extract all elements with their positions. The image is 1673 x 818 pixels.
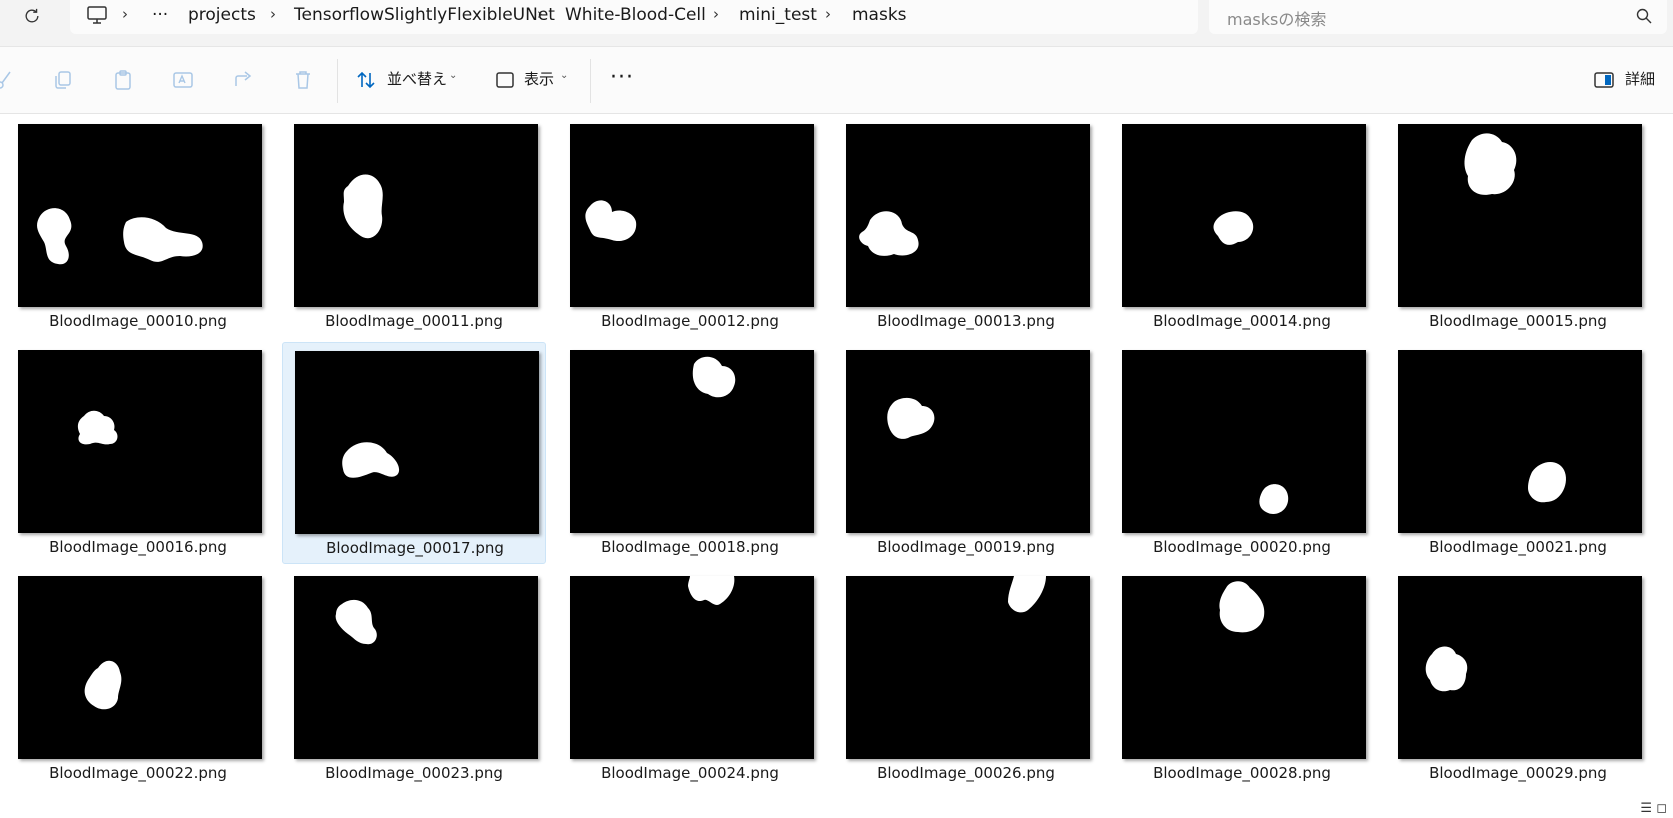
file-item[interactable]: BloodImage_00017.png xyxy=(282,342,546,564)
image-thumbnail xyxy=(294,124,538,307)
view-label: 表示 xyxy=(524,70,555,88)
address-bar-row: › ··· projects › TensorflowSlightlyFlexi… xyxy=(0,0,1673,47)
image-thumbnail xyxy=(1398,576,1642,759)
file-item[interactable]: BloodImage_00011.png xyxy=(282,116,546,338)
file-name: BloodImage_00011.png xyxy=(325,312,503,330)
share-icon[interactable] xyxy=(232,69,254,91)
chevron-down-icon: ⌄ xyxy=(449,70,458,81)
breadcrumb-item-masks[interactable]: masks xyxy=(852,5,907,25)
file-name: BloodImage_00022.png xyxy=(49,764,227,782)
chevron-right-icon: › xyxy=(713,5,719,23)
file-name: BloodImage_00020.png xyxy=(1153,538,1331,556)
details-label: 詳細 xyxy=(1625,70,1656,88)
image-thumbnail xyxy=(846,350,1090,533)
breadcrumb-item-white-blood-cell[interactable]: White-Blood-Cell xyxy=(565,5,706,25)
view-mode-icons[interactable]: ☰ ◻ xyxy=(1640,801,1667,816)
file-name: BloodImage_00013.png xyxy=(877,312,1055,330)
sort-label: 並べ替え xyxy=(387,70,448,88)
file-item[interactable]: BloodImage_00012.png xyxy=(558,116,822,338)
image-thumbnail xyxy=(1122,124,1366,307)
file-item[interactable]: BloodImage_00022.png xyxy=(6,568,270,790)
image-thumbnail xyxy=(18,350,262,533)
breadcrumb-item-projects[interactable]: projects xyxy=(188,5,256,25)
file-name: BloodImage_00010.png xyxy=(49,312,227,330)
breadcrumb-overflow[interactable]: ··· xyxy=(152,5,168,25)
breadcrumb-item-mini-test[interactable]: mini_test xyxy=(739,5,817,25)
chevron-right-icon: › xyxy=(825,5,831,23)
chevron-right-icon: › xyxy=(270,5,276,23)
copy-icon[interactable] xyxy=(52,69,74,91)
file-name: BloodImage_00017.png xyxy=(326,539,504,557)
file-item[interactable]: BloodImage_00019.png xyxy=(834,342,1098,564)
chevron-right-icon: › xyxy=(122,5,128,23)
file-item[interactable]: BloodImage_00021.png xyxy=(1386,342,1650,564)
delete-icon[interactable] xyxy=(292,69,314,91)
image-thumbnail xyxy=(18,124,262,307)
image-thumbnail xyxy=(18,576,262,759)
image-thumbnail xyxy=(570,350,814,533)
file-name: BloodImage_00024.png xyxy=(601,764,779,782)
file-name: BloodImage_00023.png xyxy=(325,764,503,782)
search-icon[interactable] xyxy=(1635,7,1653,25)
toolbar-divider xyxy=(337,59,338,103)
search-input[interactable]: masksの検索 xyxy=(1209,0,1667,34)
chevron-right-icon: › xyxy=(537,5,543,23)
file-name: BloodImage_00015.png xyxy=(1429,312,1607,330)
file-item[interactable]: BloodImage_00013.png xyxy=(834,116,1098,338)
file-item[interactable]: BloodImage_00029.png xyxy=(1386,568,1650,790)
file-item[interactable]: BloodImage_00026.png xyxy=(834,568,1098,790)
file-item[interactable]: BloodImage_00014.png xyxy=(1110,116,1374,338)
view-icon xyxy=(496,72,514,88)
image-thumbnail xyxy=(295,351,539,534)
command-bar: 並べ替え ⌄ 表示 ⌄ ··· 詳細 xyxy=(0,47,1673,114)
chevron-down-icon: ⌄ xyxy=(560,70,569,81)
image-thumbnail xyxy=(1398,350,1642,533)
breadcrumb[interactable]: › ··· projects › TensorflowSlightlyFlexi… xyxy=(70,0,1198,34)
cut-icon[interactable] xyxy=(0,69,16,91)
file-name: BloodImage_00012.png xyxy=(601,312,779,330)
file-name: BloodImage_00028.png xyxy=(1153,764,1331,782)
refresh-icon[interactable] xyxy=(20,6,44,26)
toolbar-divider xyxy=(590,59,591,103)
file-item[interactable]: BloodImage_00023.png xyxy=(282,568,546,790)
file-item[interactable]: BloodImage_00010.png xyxy=(6,116,270,338)
file-item[interactable]: BloodImage_00028.png xyxy=(1110,568,1374,790)
file-item[interactable]: BloodImage_00015.png xyxy=(1386,116,1650,338)
file-name: BloodImage_00018.png xyxy=(601,538,779,556)
file-name: BloodImage_00014.png xyxy=(1153,312,1331,330)
file-name: BloodImage_00029.png xyxy=(1429,764,1607,782)
search-placeholder: masksの検索 xyxy=(1227,10,1327,29)
more-options-button[interactable]: ··· xyxy=(610,65,634,90)
image-thumbnail xyxy=(1398,124,1642,307)
image-thumbnail xyxy=(846,576,1090,759)
file-name: BloodImage_00016.png xyxy=(49,538,227,556)
file-item[interactable]: BloodImage_00024.png xyxy=(558,568,822,790)
this-pc-icon[interactable] xyxy=(86,5,108,25)
paste-icon[interactable] xyxy=(112,69,134,91)
file-name: BloodImage_00019.png xyxy=(877,538,1055,556)
file-name: BloodImage_00026.png xyxy=(877,764,1055,782)
image-thumbnail xyxy=(294,576,538,759)
rename-icon[interactable] xyxy=(172,69,194,91)
file-name: BloodImage_00021.png xyxy=(1429,538,1607,556)
details-pane-icon xyxy=(1594,72,1614,88)
file-item[interactable]: BloodImage_00018.png xyxy=(558,342,822,564)
sort-icon xyxy=(357,71,375,89)
image-thumbnail xyxy=(570,576,814,759)
image-thumbnail xyxy=(846,124,1090,307)
image-thumbnail xyxy=(570,124,814,307)
file-item[interactable]: BloodImage_00020.png xyxy=(1110,342,1374,564)
image-thumbnail xyxy=(1122,350,1366,533)
image-thumbnail xyxy=(1122,576,1366,759)
breadcrumb-item-unet[interactable]: TensorflowSlightlyFlexibleUNet xyxy=(294,5,555,25)
file-item[interactable]: BloodImage_00016.png xyxy=(6,342,270,564)
